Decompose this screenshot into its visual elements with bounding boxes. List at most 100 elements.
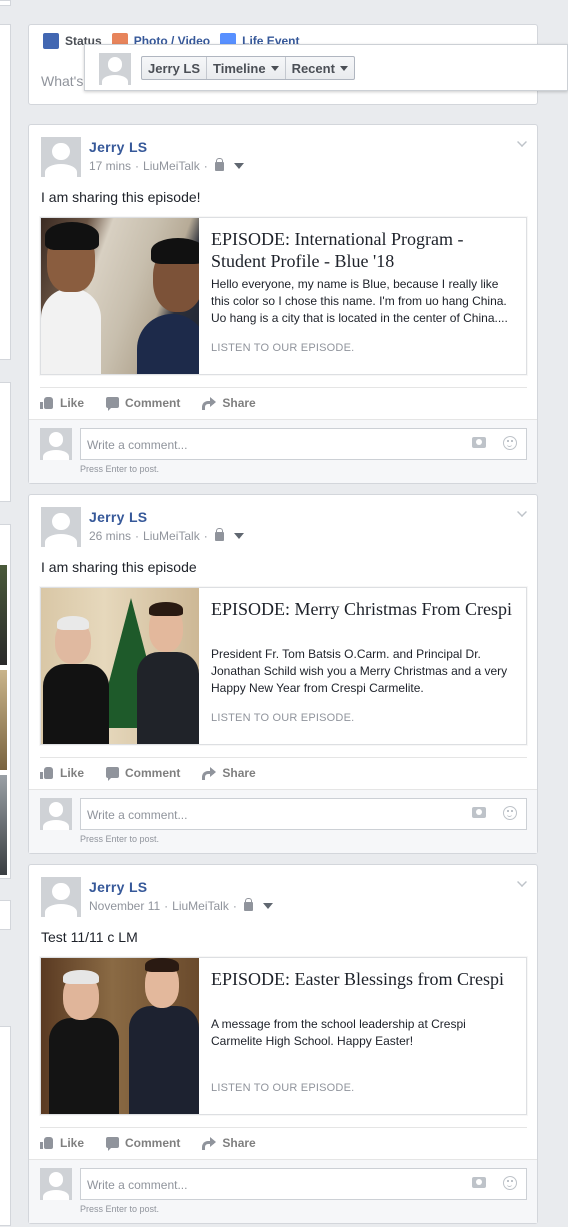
photo-thumbnail[interactable] [0,565,7,665]
like-button[interactable]: Like [40,396,84,410]
post-text: I am sharing this episode! [41,189,201,205]
avatar[interactable] [40,428,72,460]
like-button[interactable]: Like [40,1136,84,1150]
thumbs-up-icon [40,396,54,409]
like-label: Like [60,765,85,780]
link-preview[interactable]: EPISODE: International Program - Student… [40,217,527,375]
comment-button[interactable]: Comment [106,1136,180,1151]
camera-icon[interactable] [472,437,486,448]
link-cta[interactable]: LISTEN TO OUR EPISODE. [211,712,354,724]
like-button[interactable]: Like [40,766,84,780]
share-icon [202,1136,217,1150]
avatar[interactable] [41,137,81,177]
post-actions: Like Comment Share [40,1127,527,1157]
post-text: I am sharing this episode [41,559,197,575]
post-text: Test 11/11 c LM [41,929,138,945]
comment-input[interactable]: Write a comment... [80,1168,527,1200]
comment-area: Write a comment... Press Enter to post. [29,419,537,483]
photo-thumbnail[interactable] [0,670,7,770]
caret-down-icon [339,65,348,71]
link-preview[interactable]: EPISODE: Easter Blessings from Crespi A … [40,957,527,1115]
post-app[interactable]: LiuMeiTalk [143,159,200,173]
comment-area: Write a comment... Press Enter to post. [29,1159,537,1223]
like-label: Like [60,1135,85,1150]
feed-post: Jerry LS November 11 · LiuMeiTalk · Test… [28,864,538,1224]
link-description: A message from the school leadership at … [211,1017,466,1048]
audience-popup: Jerry LS Timeline Recent [84,44,568,91]
comment-button[interactable]: Comment [106,766,180,781]
avatar[interactable] [40,798,72,830]
meta-separator: · [135,159,140,173]
post-timestamp[interactable]: November 11 [89,899,160,913]
share-button[interactable]: Share [202,396,256,410]
share-button[interactable]: Share [202,765,256,780]
recent-label: Recent [291,60,335,76]
name-selector[interactable]: Jerry LS [142,57,208,79]
thumbs-up-icon [40,766,54,779]
comment-icon [106,767,120,781]
chevron-down-icon[interactable] [517,137,527,147]
privacy-dropdown-icon[interactable] [233,163,244,169]
link-cta[interactable]: LISTEN TO OUR EPISODE. [211,1082,354,1094]
press-enter-hint: Press Enter to post. [80,1204,160,1214]
chevron-down-icon[interactable] [517,507,527,517]
avatar[interactable] [41,507,81,547]
link-preview[interactable]: EPISODE: Merry Christmas From Crespi Pre… [40,587,527,745]
post-timestamp[interactable]: 26 mins [89,529,131,543]
post-timestamp[interactable]: 17 mins [89,159,131,173]
like-label: Like [60,395,85,410]
camera-icon[interactable] [472,807,486,818]
link-title[interactable]: EPISODE: Easter Blessings from Crespi [211,968,517,990]
comment-input[interactable]: Write a comment... [80,798,527,830]
post-meta: November 11 · LiuMeiTalk · [89,897,273,913]
post-meta: 17 mins · LiuMeiTalk · [89,157,244,173]
lock-icon [214,527,224,541]
comment-input[interactable]: Write a comment... [80,428,527,460]
post-author[interactable]: Jerry LS [89,879,147,895]
post-author[interactable]: Jerry LS [89,509,147,525]
link-image[interactable] [41,958,199,1114]
share-label: Share [222,765,256,780]
post-app[interactable]: LiuMeiTalk [143,529,200,543]
link-title[interactable]: EPISODE: Merry Christmas From Crespi [211,598,517,620]
post-author[interactable]: Jerry LS [89,139,147,155]
chevron-down-icon[interactable] [517,877,527,887]
link-image[interactable] [41,588,199,744]
link-description: Hello everyone, my name is Blue, because… [211,277,508,325]
share-button[interactable]: Share [202,1136,256,1150]
photo-thumbnail[interactable] [0,775,7,875]
avatar[interactable] [99,53,131,85]
post-actions: Like Comment Share [40,387,527,417]
link-image[interactable] [41,218,199,374]
default-avatar-icon [40,798,72,830]
post-app[interactable]: LiuMeiTalk [172,899,229,913]
left-column [0,0,11,1227]
default-avatar-icon [41,137,81,177]
feed-post: Jerry LS 17 mins · LiuMeiTalk · I am sha… [28,124,538,484]
left-card [0,24,11,360]
default-avatar-icon [41,877,81,917]
meta-separator: · [203,529,208,543]
avatar[interactable] [40,1168,72,1200]
comment-icon [106,397,120,411]
link-cta[interactable]: LISTEN TO OUR EPISODE. [211,342,354,354]
comment-placeholder: Write a comment... [87,438,188,452]
comment-area: Write a comment... Press Enter to post. [29,789,537,853]
emoji-icon[interactable] [503,436,517,450]
avatar[interactable] [41,877,81,917]
post-meta: 26 mins · LiuMeiTalk · [89,527,244,543]
emoji-icon[interactable] [503,806,517,820]
comment-button[interactable]: Comment [106,396,180,411]
recent-dropdown[interactable]: Recent [286,57,354,79]
status-input[interactable]: What's [41,73,83,89]
timeline-dropdown[interactable]: Timeline [207,57,286,79]
default-avatar-icon [41,507,81,547]
name-label: Jerry LS [148,60,201,76]
privacy-dropdown-icon[interactable] [233,533,244,539]
default-avatar-icon [40,428,72,460]
default-avatar-icon [99,53,131,85]
privacy-dropdown-icon[interactable] [262,903,273,909]
emoji-icon[interactable] [503,1176,517,1190]
link-title[interactable]: EPISODE: International Program - Student… [211,228,517,272]
camera-icon[interactable] [472,1177,486,1188]
